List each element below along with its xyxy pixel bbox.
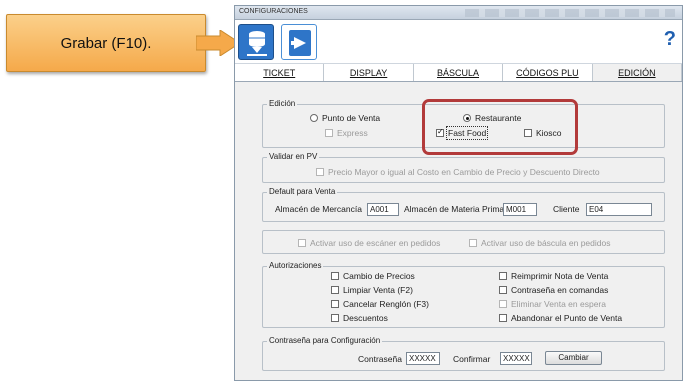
contrasena-comandas-checkbox[interactable]: Contraseña en comandas <box>499 285 608 295</box>
default-venta-group-title: Default para Venta <box>267 187 338 196</box>
cliente-input[interactable]: E04 <box>586 203 652 216</box>
escaner-checkbox[interactable]: Activar uso de escáner en pedidos <box>298 238 440 248</box>
autorizaciones-group-title: Autorizaciones <box>267 261 324 270</box>
toolbar: ? <box>235 20 682 64</box>
tab-codigos-plu[interactable]: CÓDIGOS PLU <box>503 64 593 81</box>
cambiar-button[interactable]: Cambiar <box>545 351 602 365</box>
help-icon[interactable]: ? <box>664 28 676 51</box>
callout-box: Grabar (F10). <box>6 14 206 72</box>
window-title: CONFIGURACIONES <box>239 8 308 15</box>
limpiar-venta-checkbox[interactable]: Limpiar Venta (F2) <box>331 285 413 295</box>
password-label: Contraseña <box>358 354 402 364</box>
validar-group-title: Validar en PV <box>267 152 320 161</box>
almacen-mercancia-label: Almacén de Mercancía <box>275 204 362 214</box>
tab-bascula[interactable]: BÁSCULA <box>414 64 504 81</box>
precio-mayor-checkbox[interactable]: Precio Mayor o igual al Costo en Cambio … <box>316 167 600 177</box>
tab-edicion[interactable]: EDICIÓN <box>592 64 682 81</box>
descuentos-checkbox[interactable]: Descuentos <box>331 313 388 323</box>
cancelar-renglon-checkbox[interactable]: Cancelar Renglón (F3) <box>331 299 429 309</box>
abandonar-pv-checkbox[interactable]: Abandonar el Punto de Venta <box>499 313 622 323</box>
database-save-icon <box>247 31 267 56</box>
contrasena-group-title: Contraseña para Configuración <box>267 336 383 345</box>
password-input[interactable]: XXXXX <box>406 352 440 365</box>
callout-text: Grabar (F10). <box>60 34 152 52</box>
cliente-label: Cliente <box>553 204 580 214</box>
highlight-box <box>422 99 578 155</box>
bascula-checkbox[interactable]: Activar uso de báscula en pedidos <box>469 238 610 248</box>
almacen-materia-label: Almacén de Materia Prima <box>404 204 505 214</box>
confirm-label: Confirmar <box>453 354 491 364</box>
almacen-mercancia-input[interactable]: A001 <box>367 203 399 216</box>
cambio-precios-checkbox[interactable]: Cambio de Precios <box>331 271 415 281</box>
exit-button[interactable] <box>281 24 317 60</box>
punto-venta-radio[interactable]: Punto de Venta <box>310 113 380 123</box>
confirm-input[interactable]: XXXXX <box>500 352 532 365</box>
exit-door-icon <box>289 30 311 56</box>
express-checkbox[interactable]: Express <box>325 128 368 138</box>
almacen-materia-input[interactable]: M001 <box>503 203 537 216</box>
edicion-group-title: Edición <box>267 99 298 108</box>
eliminar-venta-checkbox[interactable]: Eliminar Venta en espera <box>499 299 606 309</box>
reimprimir-nota-checkbox[interactable]: Reimprimir Nota de Venta <box>499 271 608 281</box>
title-bar: CONFIGURACIONES <box>235 6 682 20</box>
tab-display[interactable]: DISPLAY <box>324 64 414 81</box>
tab-ticket[interactable]: TICKET <box>235 64 325 81</box>
save-button[interactable] <box>238 24 274 60</box>
title-bar-blur <box>465 9 675 17</box>
tab-bar: TICKET DISPLAY BÁSCULA CÓDIGOS PLU EDICI… <box>235 64 682 82</box>
